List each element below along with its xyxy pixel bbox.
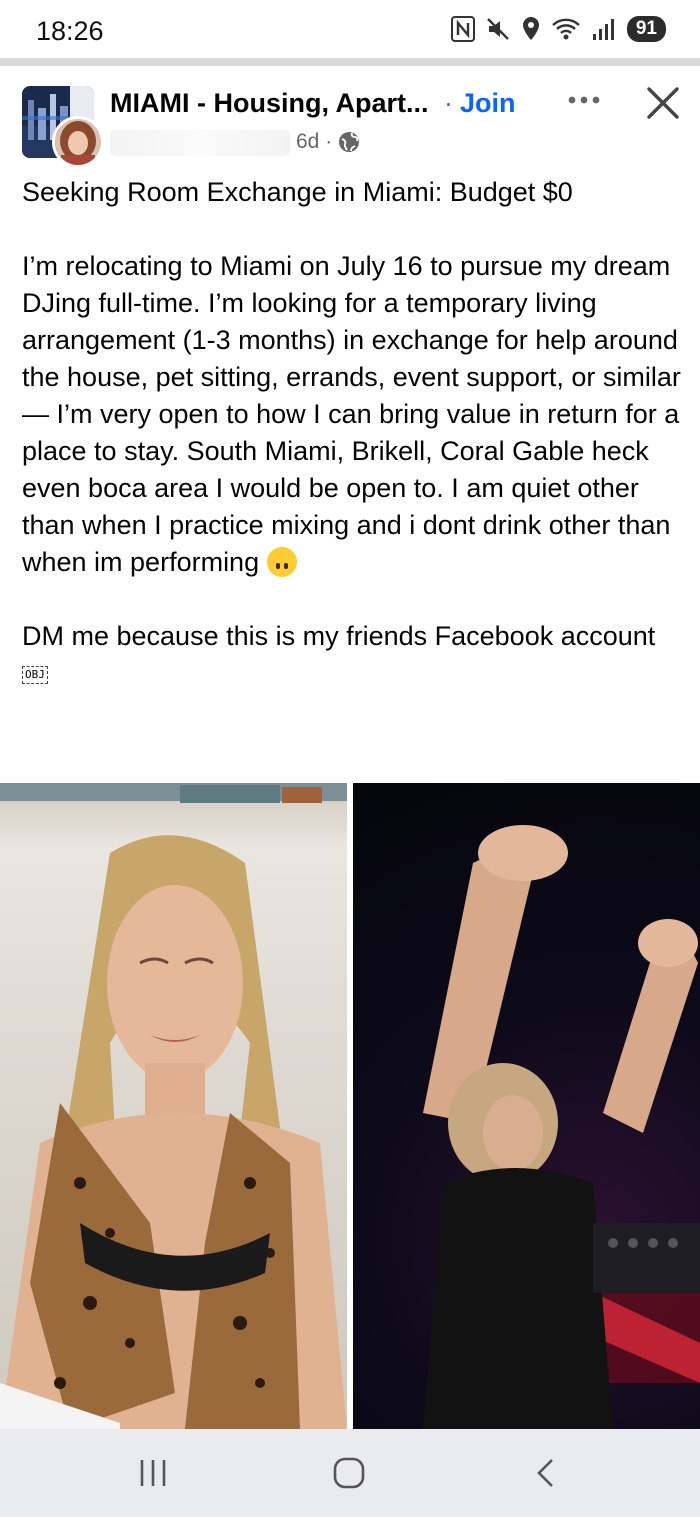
group-name-link[interactable]: MIAMI - Housing, Apart... — [110, 88, 428, 119]
nfc-icon — [450, 16, 475, 42]
avatar[interactable] — [52, 116, 104, 168]
post-body: Seeking Room Exchange in Miami: Budget $… — [22, 174, 682, 692]
navigation-bar — [0, 1429, 700, 1517]
post-age[interactable]: 6d · — [296, 130, 332, 154]
more-icon — [568, 96, 600, 104]
dj-performing-photo[interactable] — [353, 783, 700, 1429]
woman-on-beach-photo[interactable] — [0, 783, 347, 1429]
globe-icon — [339, 132, 360, 152]
more-options-button[interactable] — [562, 82, 606, 118]
object-placeholder-glyph: OBJ — [22, 666, 48, 684]
post-meta: 6d · — [296, 130, 360, 154]
battery-icon: 91 — [626, 16, 666, 42]
post-footer-paragraph: DM me because this is my friends Faceboo… — [22, 618, 682, 692]
post-paragraph: I’m relocating to Miami on July 16 to pu… — [22, 248, 682, 581]
mute-icon — [487, 18, 509, 40]
post-body-text: I’m relocating to Miami on July 16 to pu… — [22, 251, 681, 577]
wifi-icon — [552, 18, 580, 40]
recent-apps-button[interactable] — [136, 1457, 170, 1489]
location-icon — [522, 17, 539, 40]
back-button[interactable] — [530, 1457, 564, 1489]
close-icon — [647, 87, 679, 119]
author-name-redacted — [110, 130, 290, 156]
post-header: MIAMI - Housing, Apart... · Join 6d · — [0, 66, 700, 168]
status-bar: 18:26 91 — [0, 0, 700, 58]
close-button[interactable] — [640, 80, 686, 126]
post-title: Seeking Room Exchange in Miami: Budget $… — [22, 177, 573, 207]
separator-dot: · — [444, 88, 453, 118]
status-time: 18:26 — [36, 16, 104, 46]
upside-down-face-icon — [266, 547, 297, 577]
status-icons: 91 — [450, 16, 666, 42]
signal-icon — [592, 19, 614, 40]
join-button[interactable]: Join — [460, 88, 516, 119]
post-footer-text: DM me because this is my friends Faceboo… — [22, 621, 656, 651]
photo-grid — [0, 783, 700, 1429]
divider — [0, 58, 700, 66]
home-button[interactable] — [332, 1457, 366, 1489]
